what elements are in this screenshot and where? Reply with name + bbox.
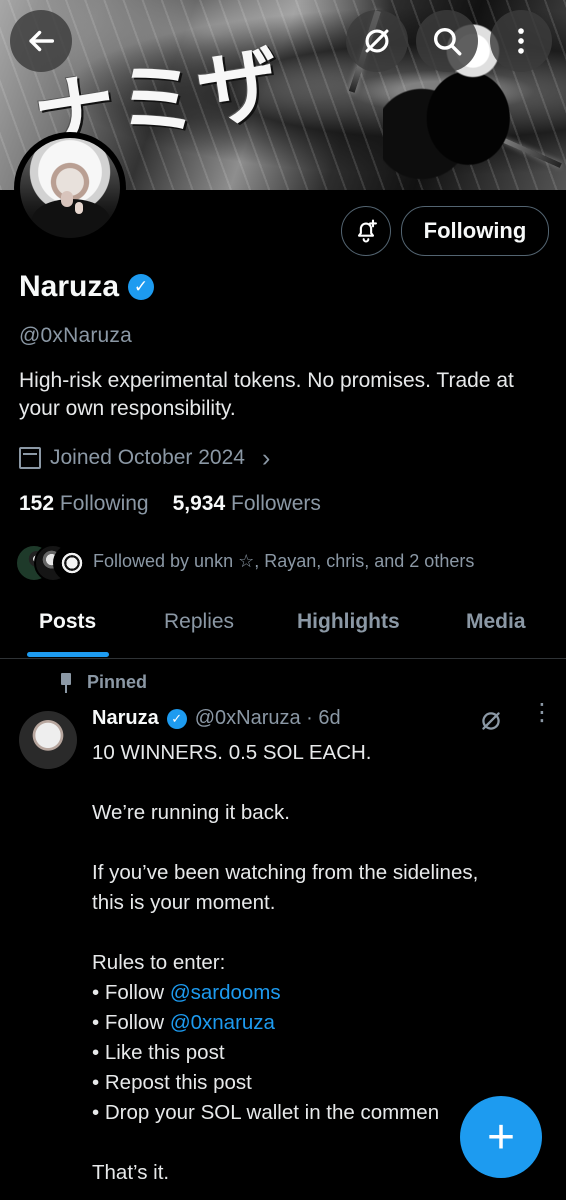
pinned-label-row: Pinned [59,672,147,693]
profile-tabs: Posts Replies Highlights Media [0,595,566,659]
profile-handle: @0xNaruza [19,324,132,347]
post-line [92,828,542,858]
post-line: • Like this post [92,1041,225,1064]
post-meta: @0xNaruza · 6d [194,707,341,729]
profile-stats: 152 Following 5,934 Followers [19,492,321,516]
followed-by-row[interactable]: Followed by unkn ☆, Rayan, chris, and 2 … [15,544,475,582]
plus-icon: + [486,1110,516,1164]
profile-name-row: Naruza ✓ [19,270,155,304]
pinned-label: Pinned [87,672,148,692]
search-button[interactable] [416,10,478,72]
grok-icon[interactable] [478,708,504,734]
compose-post-button[interactable]: + [460,1096,542,1178]
follower-avatar [53,544,91,582]
chevron-right-icon: › [261,444,271,472]
post-line-with-link: • Follow @0xnaruza [92,1008,542,1038]
followed-by-text: Followed by unkn ☆, Rayan, chris, and 2 … [93,550,475,571]
mention-link[interactable]: @sardooms [170,981,281,1004]
following-count: 152 [19,492,55,515]
notification-button[interactable] [341,206,391,256]
tab-highlights[interactable]: Highlights [297,610,400,634]
post-line: If you’ve been watching from the sidelin… [92,861,479,884]
post-more-options-button[interactable]: ⋮ [530,701,554,725]
profile-name: Naruza [19,270,120,303]
more-options-button[interactable] [490,10,552,72]
post-line-text: • Follow [92,1011,170,1034]
post-line [92,768,542,798]
post-line [92,918,542,948]
post-line: 10 WINNERS. 0.5 SOL EACH. [92,741,372,764]
active-tab-indicator [27,652,109,657]
avatar-image [20,138,120,238]
joined-date: Joined October 2024 [50,446,245,469]
follower-avatars [15,544,91,582]
post-header: Naruza ✓ @0xNaruza · 6d [92,707,341,730]
post-author-name[interactable]: Naruza [92,707,159,730]
post-line-with-link: • Follow @sardooms [92,978,542,1008]
following-label: Following [59,492,149,515]
back-arrow-icon [29,30,55,52]
post-line: • Repost this post [92,1071,252,1094]
profile-bio: High-risk experimental tokens. No promis… [19,369,514,420]
post-line-text: • Follow [92,981,170,1004]
post-line: We’re running it back. [92,801,290,824]
tab-posts[interactable]: Posts [39,610,96,634]
mention-link[interactable]: @0xnaruza [170,1011,275,1034]
post-line: Rules to enter: [92,951,226,974]
followers-label: Followers [231,492,321,515]
post-line: this is your moment. [92,891,276,914]
verified-badge-icon: ✓ [166,708,187,729]
verified-badge-icon: ✓ [128,274,155,300]
grok-button[interactable] [346,10,408,72]
grok-icon [365,29,389,53]
back-button[interactable] [10,10,72,72]
joined-date-row[interactable]: Joined October 2024 › [19,444,271,472]
pin-icon [59,672,73,693]
following-button[interactable]: Following [401,206,549,256]
tab-media[interactable]: Media [466,610,526,634]
followers-count: 5,934 [172,492,226,515]
more-vertical-icon [518,28,524,54]
followers-stat[interactable]: 5,934 Followers [173,492,321,516]
following-stat[interactable]: 152 Following [19,492,149,516]
search-icon [433,27,462,56]
calendar-icon [19,447,41,469]
notification-bell-plus-icon [357,219,377,243]
tab-replies[interactable]: Replies [164,610,234,634]
post-author-avatar[interactable] [19,711,77,769]
profile-avatar[interactable] [14,132,126,244]
